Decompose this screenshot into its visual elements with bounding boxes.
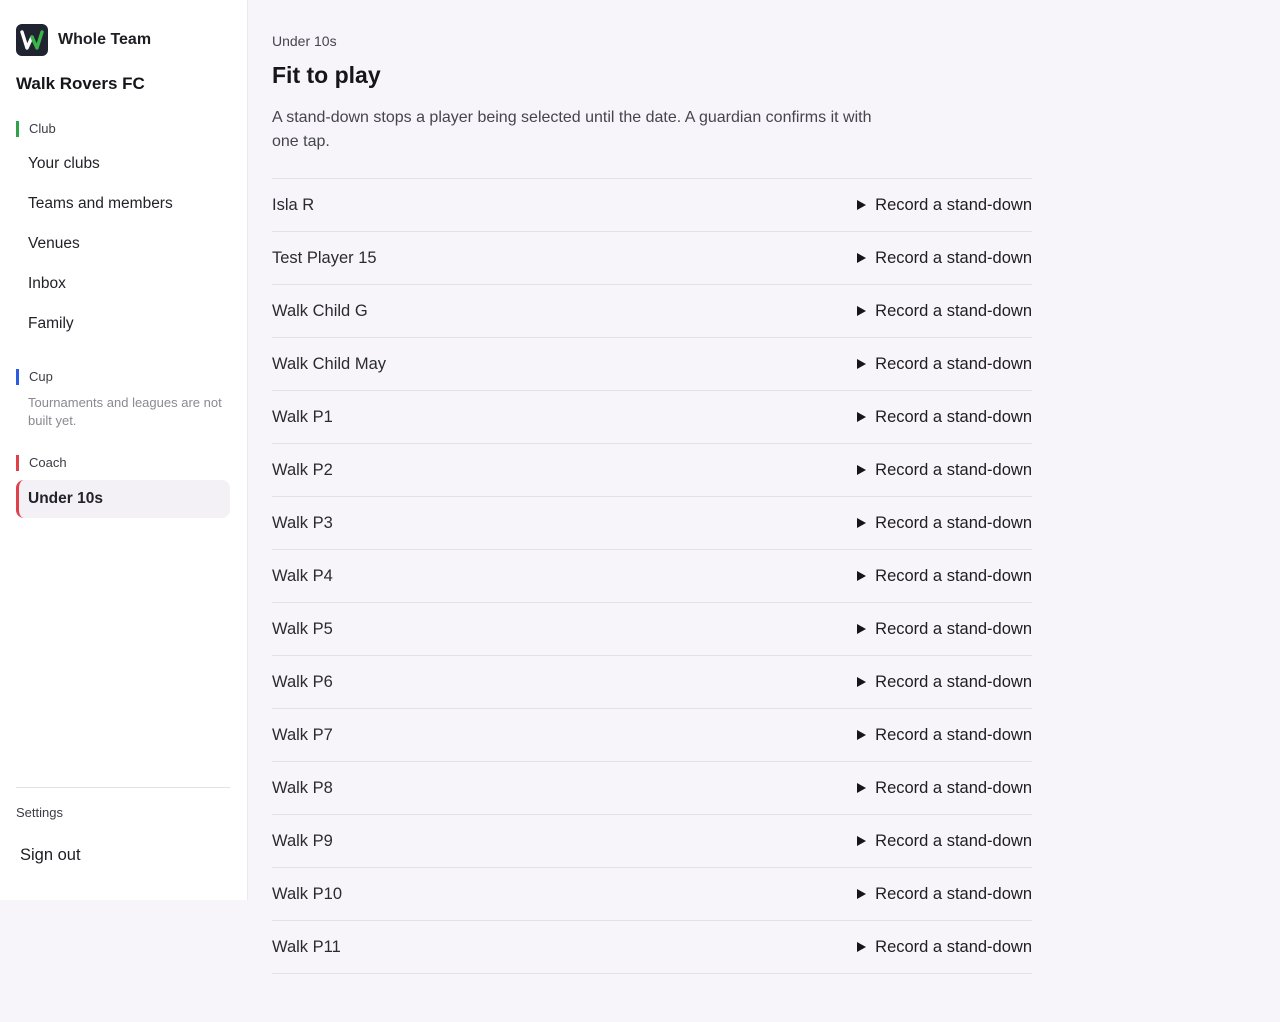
record-stand-down-label: Record a stand-down bbox=[875, 460, 1032, 479]
disclosure-triangle-icon bbox=[857, 412, 867, 422]
disclosure-triangle-icon bbox=[857, 306, 867, 316]
player-row: Walk Child G Record a stand-down bbox=[272, 285, 1032, 338]
disclosure-triangle-icon bbox=[857, 571, 867, 581]
record-stand-down-label: Record a stand-down bbox=[875, 831, 1032, 850]
player-name: Walk P4 bbox=[272, 566, 333, 585]
record-stand-down-label: Record a stand-down bbox=[875, 301, 1032, 320]
player-name: Walk P11 bbox=[272, 937, 341, 956]
player-name: Walk P7 bbox=[272, 725, 333, 744]
disclosure-triangle-icon bbox=[857, 730, 867, 740]
record-stand-down-button[interactable]: Record a stand-down bbox=[857, 885, 1032, 904]
sidebar-item-venues[interactable]: Venues bbox=[16, 225, 230, 263]
player-name: Walk P5 bbox=[272, 619, 333, 638]
record-stand-down-button[interactable]: Record a stand-down bbox=[857, 249, 1032, 268]
record-stand-down-button[interactable]: Record a stand-down bbox=[857, 355, 1032, 374]
sidebar-item-inbox[interactable]: Inbox bbox=[16, 265, 230, 303]
disclosure-triangle-icon bbox=[857, 624, 867, 634]
disclosure-triangle-icon bbox=[857, 783, 867, 793]
record-stand-down-label: Record a stand-down bbox=[875, 354, 1032, 373]
player-row: Walk P10 Record a stand-down bbox=[272, 868, 1032, 921]
player-name: Walk Child May bbox=[272, 354, 386, 373]
record-stand-down-label: Record a stand-down bbox=[875, 513, 1032, 532]
record-stand-down-button[interactable]: Record a stand-down bbox=[857, 408, 1032, 427]
record-stand-down-label: Record a stand-down bbox=[875, 725, 1032, 744]
sidebar-item-teams-and-members[interactable]: Teams and members bbox=[16, 185, 230, 223]
section-label-coach: Coach bbox=[16, 455, 67, 471]
disclosure-triangle-icon bbox=[857, 942, 867, 952]
club-name: Walk Rovers FC bbox=[16, 74, 145, 93]
record-stand-down-button[interactable]: Record a stand-down bbox=[857, 514, 1032, 533]
record-stand-down-button[interactable]: Record a stand-down bbox=[857, 938, 1032, 957]
player-name: Walk P3 bbox=[272, 513, 333, 532]
record-stand-down-button[interactable]: Record a stand-down bbox=[857, 461, 1032, 480]
sidebar-item-under-10s[interactable]: Under 10s bbox=[16, 480, 230, 518]
player-name: Walk P10 bbox=[272, 884, 342, 903]
record-stand-down-label: Record a stand-down bbox=[875, 407, 1032, 426]
disclosure-triangle-icon bbox=[857, 359, 867, 369]
record-stand-down-button[interactable]: Record a stand-down bbox=[857, 832, 1032, 851]
player-row: Walk P5 Record a stand-down bbox=[272, 603, 1032, 656]
sign-out-button[interactable]: Sign out bbox=[20, 846, 81, 865]
player-row: Walk P9 Record a stand-down bbox=[272, 815, 1032, 868]
disclosure-triangle-icon bbox=[857, 200, 867, 210]
section-label-cup: Cup bbox=[16, 369, 53, 385]
settings-link[interactable]: Settings bbox=[16, 805, 63, 820]
sidebar-item-your-clubs[interactable]: Your clubs bbox=[16, 145, 230, 183]
disclosure-triangle-icon bbox=[857, 465, 867, 475]
breadcrumb: Under 10s bbox=[272, 33, 337, 49]
record-stand-down-button[interactable]: Record a stand-down bbox=[857, 726, 1032, 745]
record-stand-down-button[interactable]: Record a stand-down bbox=[857, 196, 1032, 215]
player-row: Walk P1 Record a stand-down bbox=[272, 391, 1032, 444]
whole-team-logo-icon bbox=[16, 24, 48, 56]
player-row: Isla R Record a stand-down bbox=[272, 179, 1032, 232]
player-name: Walk P2 bbox=[272, 460, 333, 479]
record-stand-down-button[interactable]: Record a stand-down bbox=[857, 302, 1032, 321]
disclosure-triangle-icon bbox=[857, 518, 867, 528]
brand[interactable]: Whole Team bbox=[16, 24, 151, 56]
record-stand-down-label: Record a stand-down bbox=[875, 884, 1032, 903]
section-label-club: Club bbox=[16, 121, 56, 137]
player-name: Walk P6 bbox=[272, 672, 333, 691]
record-stand-down-label: Record a stand-down bbox=[875, 248, 1032, 267]
record-stand-down-label: Record a stand-down bbox=[875, 672, 1032, 691]
disclosure-triangle-icon bbox=[857, 836, 867, 846]
record-stand-down-label: Record a stand-down bbox=[875, 778, 1032, 797]
brand-name: Whole Team bbox=[58, 31, 152, 48]
player-name: Walk P8 bbox=[272, 778, 333, 797]
player-row: Walk P2 Record a stand-down bbox=[272, 444, 1032, 497]
player-row: Test Player 15 Record a stand-down bbox=[272, 232, 1032, 285]
player-name: Walk P9 bbox=[272, 831, 333, 850]
cup-note: Tournaments and leagues are not built ye… bbox=[28, 395, 222, 428]
player-row: Walk P11 Record a stand-down bbox=[272, 921, 1032, 974]
record-stand-down-button[interactable]: Record a stand-down bbox=[857, 779, 1032, 798]
record-stand-down-label: Record a stand-down bbox=[875, 566, 1032, 585]
player-name: Test Player 15 bbox=[272, 248, 377, 267]
player-row: Walk P7 Record a stand-down bbox=[272, 709, 1032, 762]
player-row: Walk P3 Record a stand-down bbox=[272, 497, 1032, 550]
record-stand-down-button[interactable]: Record a stand-down bbox=[857, 673, 1032, 692]
page-title: Fit to play bbox=[272, 62, 381, 88]
page-description: A stand-down stops a player being select… bbox=[272, 109, 872, 150]
player-row: Walk P8 Record a stand-down bbox=[272, 762, 1032, 815]
record-stand-down-label: Record a stand-down bbox=[875, 195, 1032, 214]
player-list: Isla R Record a stand-down Test Player 15 R… bbox=[272, 178, 1032, 974]
player-row: Walk Child May Record a stand-down bbox=[272, 338, 1032, 391]
sidebar-item-family[interactable]: Family bbox=[16, 305, 230, 343]
record-stand-down-button[interactable]: Record a stand-down bbox=[857, 567, 1032, 586]
player-row: Walk P6 Record a stand-down bbox=[272, 656, 1032, 709]
sidebar: Whole Team Walk Rovers FC Club Your club… bbox=[0, 0, 248, 900]
player-row: Walk P4 Record a stand-down bbox=[272, 550, 1032, 603]
player-name: Walk P1 bbox=[272, 407, 333, 426]
record-stand-down-label: Record a stand-down bbox=[875, 937, 1032, 956]
disclosure-triangle-icon bbox=[857, 677, 867, 687]
disclosure-triangle-icon bbox=[857, 889, 867, 899]
player-name: Isla R bbox=[272, 195, 315, 214]
record-stand-down-button[interactable]: Record a stand-down bbox=[857, 620, 1032, 639]
record-stand-down-label: Record a stand-down bbox=[875, 619, 1032, 638]
sidebar-divider bbox=[16, 787, 230, 788]
player-name: Walk Child G bbox=[272, 301, 368, 320]
disclosure-triangle-icon bbox=[857, 253, 867, 263]
